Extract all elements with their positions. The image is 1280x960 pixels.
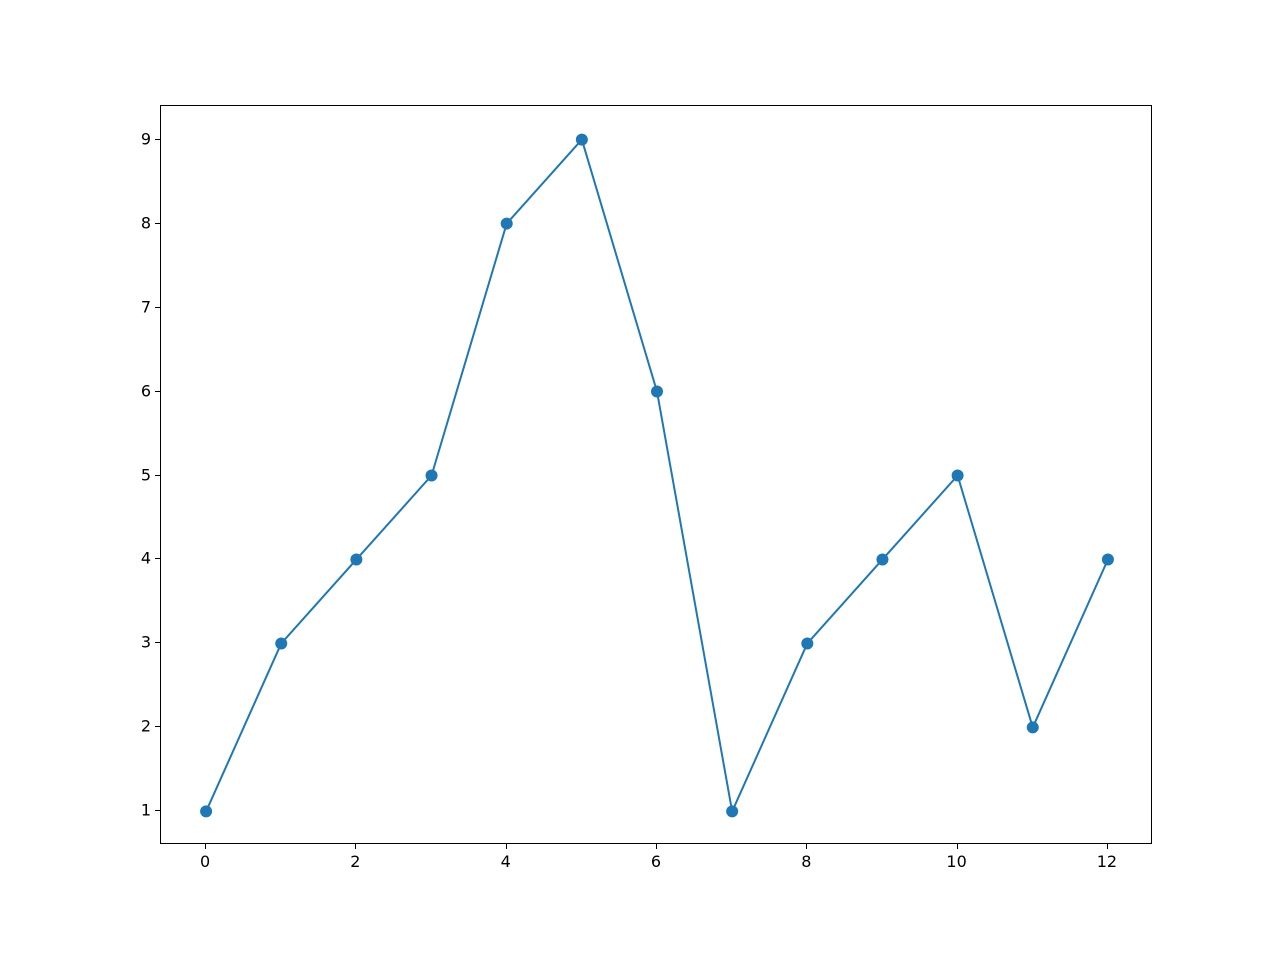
x-tick (957, 844, 958, 849)
data-point (576, 134, 588, 146)
x-tick (1107, 844, 1108, 849)
y-tick (155, 223, 160, 224)
x-tick (355, 844, 356, 849)
data-point (952, 470, 964, 482)
x-tick (656, 844, 657, 849)
y-tick-label: 1 (141, 801, 151, 820)
x-tick (506, 844, 507, 849)
x-tick-label: 8 (801, 852, 811, 871)
y-tick (155, 558, 160, 559)
y-tick-label: 6 (141, 381, 151, 400)
data-point (350, 553, 362, 565)
x-tick-label: 6 (651, 852, 661, 871)
y-tick-label: 7 (141, 297, 151, 316)
y-tick (155, 391, 160, 392)
line-series (206, 140, 1108, 812)
figure: 024681012123456789 (0, 0, 1280, 960)
y-tick-label: 8 (141, 213, 151, 232)
y-tick-label: 5 (141, 465, 151, 484)
y-tick (155, 307, 160, 308)
y-tick-label: 4 (141, 549, 151, 568)
x-tick-label: 2 (350, 852, 360, 871)
data-point (801, 637, 813, 649)
data-point (726, 805, 738, 817)
y-tick (155, 810, 160, 811)
data-point (275, 637, 287, 649)
x-tick-label: 12 (1097, 852, 1117, 871)
y-tick-label: 9 (141, 129, 151, 148)
y-tick (155, 139, 160, 140)
line-plot (161, 106, 1153, 845)
y-tick (155, 475, 160, 476)
x-tick (205, 844, 206, 849)
x-tick-label: 4 (501, 852, 511, 871)
x-tick-label: 0 (200, 852, 210, 871)
y-tick (155, 642, 160, 643)
data-point (651, 386, 663, 398)
data-point (200, 805, 212, 817)
data-point (1027, 721, 1039, 733)
y-tick (155, 726, 160, 727)
y-tick-label: 3 (141, 633, 151, 652)
data-point (1102, 553, 1114, 565)
x-tick (806, 844, 807, 849)
data-point (426, 470, 438, 482)
axes (160, 105, 1152, 844)
data-point (501, 218, 513, 230)
y-tick-label: 2 (141, 717, 151, 736)
x-tick-label: 10 (946, 852, 966, 871)
data-point (876, 553, 888, 565)
